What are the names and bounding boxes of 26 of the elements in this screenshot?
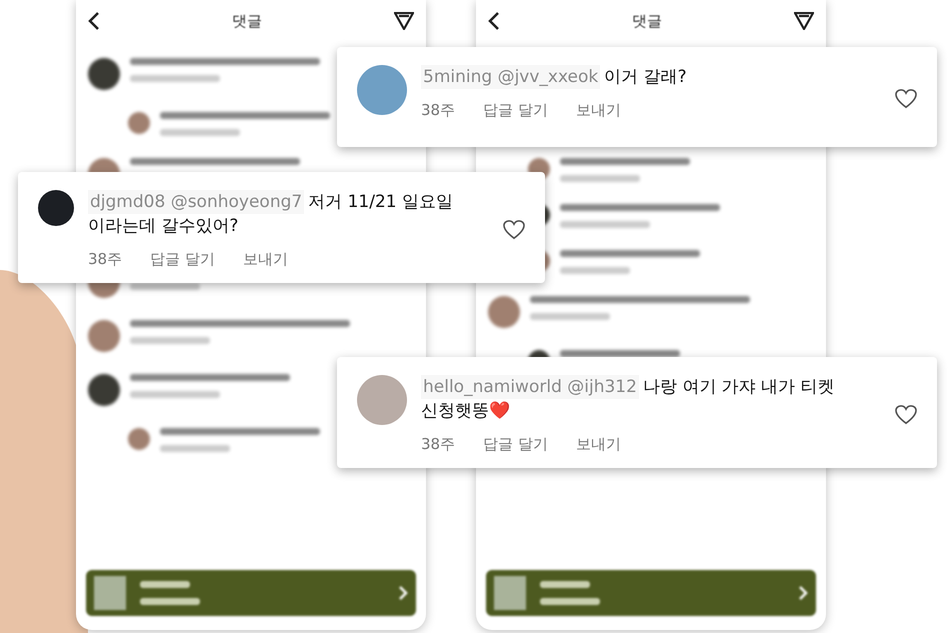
comment-text: 5mining @jvv_xxeok 이거 갈래? [421, 65, 688, 89]
reply-link[interactable]: 답글 달기 [483, 101, 548, 120]
back-icon[interactable] [488, 12, 500, 30]
comment-text: djgmd08 @sonhoyeong7 저거 11/21 일요일 이라는데 갈수있어? [88, 190, 454, 238]
reply-link[interactable]: 답글 달기 [150, 250, 215, 269]
heart-icon[interactable] [895, 89, 917, 109]
heart-icon[interactable] [503, 220, 525, 240]
comment-time: 38주 [421, 435, 456, 454]
comment-time: 38주 [421, 101, 456, 120]
comment-time: 38주 [88, 250, 122, 269]
banner[interactable] [86, 570, 416, 616]
send-link[interactable]: 보내기 [576, 435, 621, 454]
send-link[interactable]: 보내기 [576, 101, 621, 120]
back-icon[interactable] [88, 12, 100, 30]
avatar [357, 65, 407, 115]
send-icon[interactable] [394, 12, 414, 30]
send-link[interactable]: 보내기 [242, 250, 288, 269]
reply-link[interactable]: 답글 달기 [483, 435, 548, 454]
heart-icon[interactable] [895, 404, 917, 424]
screen-title: 댓글 [232, 12, 262, 30]
avatar [38, 190, 74, 226]
banner[interactable] [486, 570, 816, 616]
screen-title: 댓글 [632, 12, 662, 30]
comment-text: hello_namiworld @ijh312 나랑 여기 가쟈 내가 티켓 신청햇똥❤ [421, 375, 836, 423]
send-icon[interactable] [794, 12, 814, 30]
avatar [357, 375, 407, 425]
